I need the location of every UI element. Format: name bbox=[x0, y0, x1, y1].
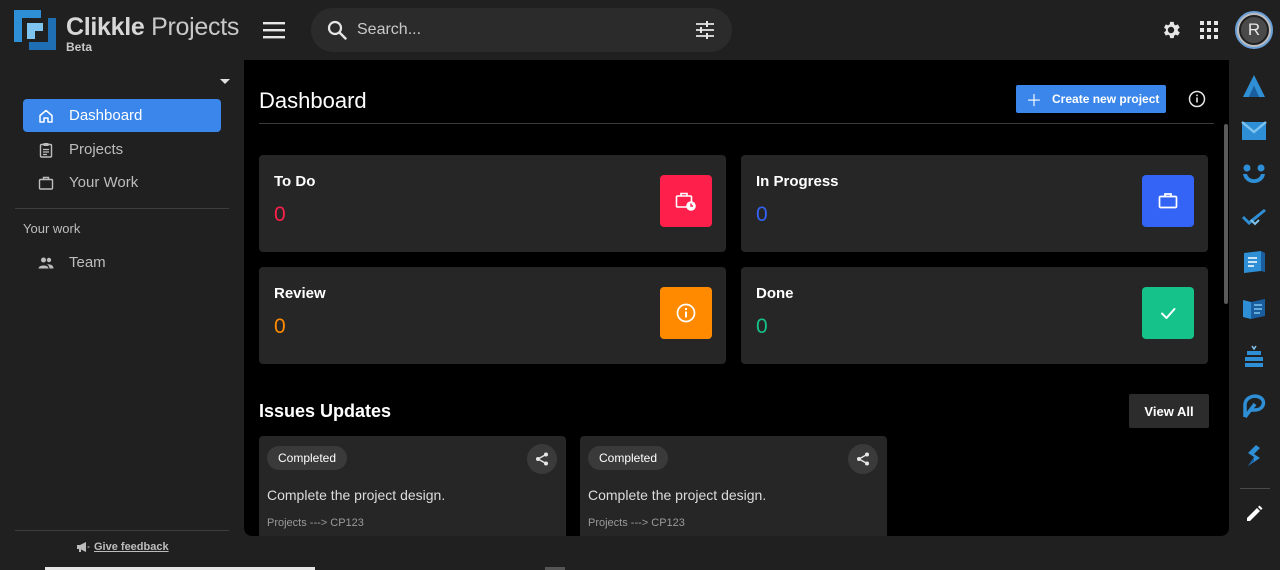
app-bar-divider bbox=[1240, 488, 1270, 489]
megaphone-icon bbox=[77, 542, 90, 552]
docs-app-icon[interactable] bbox=[1241, 249, 1267, 275]
sidebar-item-label: Dashboard bbox=[69, 107, 143, 124]
info-icon[interactable] bbox=[1188, 90, 1206, 108]
create-new-project-button[interactable]: ＋ Create new project bbox=[1016, 85, 1166, 113]
create-new-project-label: Create new project bbox=[1052, 92, 1160, 106]
briefcase-icon bbox=[38, 176, 54, 190]
people-app-icon[interactable] bbox=[1241, 162, 1267, 188]
sidebar-item-your-work[interactable]: Your Work bbox=[23, 166, 221, 199]
main-scrollbar[interactable] bbox=[1224, 124, 1228, 304]
mail-app-icon[interactable] bbox=[1241, 118, 1267, 144]
app-logo[interactable]: Clikkle Projects Beta bbox=[11, 7, 241, 55]
share-button[interactable] bbox=[848, 444, 878, 474]
share-icon bbox=[857, 452, 869, 466]
stat-count: 0 bbox=[756, 315, 768, 338]
user-avatar-initial: R bbox=[1239, 15, 1269, 45]
sidebar-item-label: Projects bbox=[69, 141, 124, 158]
stat-label: Done bbox=[756, 285, 794, 302]
settings-gear-icon[interactable] bbox=[1160, 19, 1182, 41]
edit-pencil-icon[interactable] bbox=[1241, 501, 1267, 527]
sidebar-item-label: Your Work bbox=[69, 174, 139, 191]
stat-card-in-progress[interactable]: In Progress 0 bbox=[741, 155, 1208, 252]
sidebar-section-label: Your work bbox=[23, 221, 81, 236]
clipboard-icon bbox=[39, 142, 53, 158]
stat-count: 0 bbox=[274, 203, 286, 226]
sign-app-icon[interactable] bbox=[1241, 393, 1267, 419]
app-title: Clikkle Projects bbox=[66, 13, 240, 41]
sidebar-collapse-caret-icon[interactable] bbox=[220, 79, 230, 84]
top-bar: Clikkle Projects Beta Search... R bbox=[0, 0, 1280, 60]
share-button[interactable] bbox=[527, 444, 557, 474]
check-icon bbox=[1161, 308, 1176, 319]
issue-card[interactable]: Completed Complete the project design. P… bbox=[259, 436, 566, 536]
stat-label: Review bbox=[274, 285, 326, 302]
book-app-icon[interactable] bbox=[1241, 296, 1267, 322]
main-content: Dashboard ＋ Create new project To Do 0 I… bbox=[244, 60, 1229, 536]
menu-icon[interactable] bbox=[262, 19, 286, 41]
issue-description: Complete the project design. bbox=[588, 487, 767, 503]
people-icon bbox=[38, 257, 54, 268]
app-beta-tag: Beta bbox=[66, 40, 93, 54]
app-launcher-bar bbox=[1229, 60, 1280, 570]
search-input[interactable] bbox=[357, 18, 677, 42]
stat-card-todo[interactable]: To Do 0 bbox=[259, 155, 726, 252]
issue-card[interactable]: Completed Complete the project design. P… bbox=[580, 436, 887, 536]
checkmark-app-icon[interactable] bbox=[1241, 206, 1267, 232]
stat-label: To Do bbox=[274, 173, 316, 190]
issue-description: Complete the project design. bbox=[267, 487, 446, 503]
share-icon bbox=[536, 452, 548, 466]
sidebar-item-label: Team bbox=[69, 254, 106, 271]
stat-badge bbox=[1142, 287, 1194, 339]
app-a-logo-icon[interactable] bbox=[1241, 73, 1267, 99]
stat-card-done[interactable]: Done 0 bbox=[741, 267, 1208, 364]
sidebar-item-dashboard[interactable]: Dashboard bbox=[23, 99, 221, 132]
briefcase-clock-icon bbox=[675, 192, 696, 211]
info-circle-icon bbox=[676, 303, 696, 323]
briefcase-icon bbox=[1158, 193, 1178, 209]
status-chip: Completed bbox=[267, 446, 348, 470]
stat-label: In Progress bbox=[756, 173, 839, 190]
stack-app-icon[interactable] bbox=[1241, 344, 1267, 370]
apps-grid-icon[interactable] bbox=[1199, 20, 1219, 40]
stat-card-review[interactable]: Review 0 bbox=[259, 267, 726, 364]
user-avatar[interactable]: R bbox=[1235, 11, 1273, 49]
stat-count: 0 bbox=[274, 315, 286, 338]
page-title: Dashboard bbox=[259, 88, 367, 113]
view-all-button[interactable]: View All bbox=[1129, 394, 1209, 428]
stat-badge bbox=[660, 175, 712, 227]
sidebar-item-projects[interactable]: Projects bbox=[23, 133, 221, 166]
sidebar-divider bbox=[15, 530, 229, 531]
plus-icon: ＋ bbox=[1026, 93, 1043, 110]
status-chip: Completed bbox=[588, 446, 669, 470]
search-filter-icon[interactable] bbox=[695, 20, 715, 40]
sidebar-divider bbox=[15, 208, 229, 209]
search-bar bbox=[311, 8, 732, 52]
stat-count: 0 bbox=[756, 203, 768, 226]
sidebar-item-team[interactable]: Team bbox=[23, 246, 221, 279]
home-icon bbox=[39, 109, 53, 123]
stat-badge bbox=[660, 287, 712, 339]
give-feedback-label: Give feedback bbox=[94, 541, 169, 553]
sidebar: Dashboard Projects Your Work Your work T… bbox=[0, 60, 244, 570]
stat-badge bbox=[1142, 175, 1194, 227]
issue-path: Projects ---> CP123 bbox=[267, 517, 364, 529]
title-divider bbox=[259, 123, 1214, 124]
issue-path: Projects ---> CP123 bbox=[588, 517, 685, 529]
s-app-icon[interactable] bbox=[1241, 443, 1267, 469]
logo-mark-icon bbox=[14, 10, 56, 50]
search-icon[interactable] bbox=[327, 20, 347, 40]
issues-updates-title: Issues Updates bbox=[259, 401, 392, 421]
give-feedback-link[interactable]: Give feedback bbox=[76, 541, 169, 553]
